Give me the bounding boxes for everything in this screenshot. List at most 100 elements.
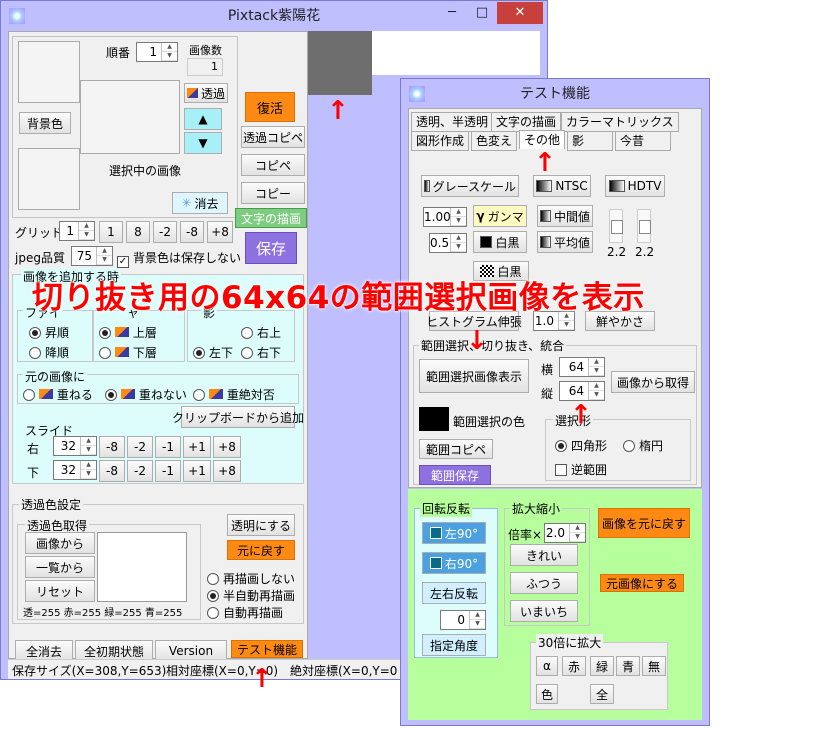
canvas-image[interactable]: [308, 31, 372, 95]
bw-button[interactable]: 白黒: [473, 231, 527, 253]
rotate-angle-button[interactable]: 指定角度: [422, 634, 486, 656]
tab-text-draw[interactable]: 文字の描画: [491, 112, 562, 132]
canvas-area[interactable]: [372, 31, 540, 75]
move-up-button[interactable]: ▲: [184, 108, 222, 130]
width-stepper[interactable]: 64 ▲ ▼: [559, 357, 605, 377]
order-stepper[interactable]: 1 ▲ ▼: [136, 42, 178, 62]
maximize-icon[interactable]: □: [468, 2, 496, 24]
scale-pretty-button[interactable]: きれい: [510, 544, 578, 566]
get-from-image-button[interactable]: 画像から取得: [611, 371, 695, 393]
overlap-radio[interactable]: 重ねる: [23, 386, 93, 403]
ratio-stepper[interactable]: 2.0 ▲ ▼: [544, 523, 586, 543]
slide-down-minus8[interactable]: -8: [99, 460, 125, 482]
text-draw-button[interactable]: 文字の描画: [235, 208, 307, 228]
tab-shape[interactable]: 図形作成: [411, 131, 470, 151]
show-range-image-button[interactable]: 範囲選択画像表示: [419, 359, 529, 393]
bottom-layer-radio[interactable]: 下層: [99, 344, 157, 361]
bg-color-button[interactable]: 背景色: [19, 112, 71, 134]
grid-step-1[interactable]: 1: [99, 221, 123, 243]
slide-down-plus8[interactable]: +8: [213, 460, 241, 482]
jpeg-quality-stepper[interactable]: 75 ▲ ▼: [71, 246, 113, 266]
grayscale-button[interactable]: グレースケール: [421, 175, 519, 197]
midvalue-button[interactable]: 中間値: [537, 205, 593, 227]
set-original-button[interactable]: 元画像にする: [600, 574, 684, 592]
range-copy-paste-button[interactable]: 範囲コピペ: [419, 439, 493, 459]
slide-down-stepper[interactable]: 32 ▲ ▼: [53, 460, 97, 480]
from-list-button[interactable]: 一覧から: [25, 556, 95, 578]
slide-right-minus1[interactable]: -1: [155, 436, 181, 458]
hdtv-button[interactable]: HDTV: [605, 175, 665, 197]
copy-paste-button[interactable]: コピペ: [241, 154, 305, 176]
gamma-slider-1[interactable]: [609, 209, 623, 243]
rotate-right-button[interactable]: 右90°: [422, 552, 486, 574]
slide-down-minus2[interactable]: -2: [127, 460, 153, 482]
grid-step-8[interactable]: 8: [126, 221, 150, 243]
gamma-stepper[interactable]: 1.00 ▲ ▼: [423, 207, 467, 227]
from-image-button[interactable]: 画像から: [25, 532, 95, 554]
zoom-none-button[interactable]: 無: [642, 656, 666, 676]
no-redraw-radio[interactable]: 再描画しない: [207, 570, 295, 587]
transparent-button[interactable]: 透過: [184, 83, 228, 103]
tab-other[interactable]: その他: [519, 130, 566, 149]
auto-redraw-radio[interactable]: 自動再描画: [207, 604, 283, 621]
test-features-button[interactable]: テスト機能: [231, 640, 303, 658]
clipboard-add-button[interactable]: クリップボードから追加: [172, 406, 304, 428]
rotate-left-button[interactable]: 左90°: [422, 522, 486, 544]
zoom-green-button[interactable]: 緑: [590, 656, 614, 676]
make-transparent-button[interactable]: 透明にする: [227, 514, 295, 536]
slide-right-plus1[interactable]: +1: [183, 436, 211, 458]
inverse-range-checkbox[interactable]: 逆範囲: [555, 461, 607, 478]
scale-imaichi-button[interactable]: いまいち: [510, 600, 578, 622]
range-save-button[interactable]: 範囲保存: [419, 465, 491, 485]
no-overlap-radio[interactable]: 重ねない: [105, 386, 187, 403]
grid-step-plus8[interactable]: +8: [207, 221, 233, 243]
ellipse-radio[interactable]: 楕円: [623, 437, 663, 454]
zoom-red-button[interactable]: 赤: [562, 656, 586, 676]
slide-down-minus1[interactable]: -1: [155, 460, 181, 482]
copy-button[interactable]: コピー: [241, 182, 305, 204]
restore-button[interactable]: 復活: [245, 92, 295, 122]
erase-button[interactable]: ✳ 消去: [172, 192, 228, 214]
top-layer-radio[interactable]: 上層: [99, 324, 157, 341]
slide-right-minus2[interactable]: -2: [127, 436, 153, 458]
bg-nosave-checkbox[interactable]: ✓ 背景色は保存しない: [117, 249, 241, 268]
save-button[interactable]: 保存: [245, 232, 297, 264]
test-titlebar[interactable]: テスト機能: [401, 79, 709, 109]
average-button[interactable]: 平均値: [537, 231, 593, 253]
semi-auto-redraw-radio[interactable]: 半自動再描画: [207, 587, 295, 604]
descending-radio[interactable]: 降順: [29, 344, 69, 361]
ntsc-button[interactable]: NTSC: [533, 175, 591, 197]
slide-down-plus1[interactable]: +1: [183, 460, 211, 482]
zoom-all-button[interactable]: 全: [590, 684, 614, 704]
tab-color-change[interactable]: 色変え: [471, 131, 518, 151]
absolute-radio[interactable]: 重絶対否: [193, 386, 275, 403]
flip-horizontal-button[interactable]: 左右反転: [422, 582, 486, 604]
minimize-icon[interactable]: ─: [438, 2, 466, 24]
gamma-button[interactable]: γ ガンマ: [473, 205, 527, 227]
slide-right-stepper[interactable]: 32 ▲ ▼: [53, 436, 97, 456]
grid-step-minus8[interactable]: -8: [180, 221, 204, 243]
ascending-radio[interactable]: 昇順: [29, 324, 69, 341]
height-stepper[interactable]: 64 ▲ ▼: [559, 381, 605, 401]
slide-right-plus8[interactable]: +8: [213, 436, 241, 458]
rectangle-radio[interactable]: 四角形: [555, 437, 607, 454]
upper-right-radio[interactable]: 右上: [241, 324, 281, 341]
grid-stepper[interactable]: 1 ▲ ▼: [59, 221, 95, 241]
lower-left-radio[interactable]: 左下: [193, 344, 233, 361]
tab-color-matrix[interactable]: カラーマトリックス: [561, 112, 679, 132]
restore-image-button[interactable]: 画像を元に戻す: [598, 508, 690, 538]
close-icon[interactable]: ✕: [497, 2, 543, 24]
zoom-alpha-button[interactable]: α: [536, 656, 558, 676]
angle-stepper[interactable]: 0 ▲ ▼: [440, 610, 486, 630]
move-down-button[interactable]: ▼: [184, 132, 222, 154]
zoom-color-button[interactable]: 色: [536, 684, 558, 704]
lower-right-radio[interactable]: 右下: [241, 344, 281, 361]
tab-now-past[interactable]: 今昔: [615, 131, 671, 151]
transparent-copy-button[interactable]: 透過コピペ: [241, 126, 305, 148]
tab-transparency[interactable]: 透明、半透明: [411, 112, 494, 132]
tab-shadow[interactable]: 影: [567, 131, 613, 151]
revert-button[interactable]: 元に戻す: [227, 540, 295, 560]
scale-normal-button[interactable]: ふつう: [510, 572, 578, 594]
slide-right-minus8[interactable]: -8: [99, 436, 125, 458]
grid-step-minus2[interactable]: -2: [153, 221, 177, 243]
